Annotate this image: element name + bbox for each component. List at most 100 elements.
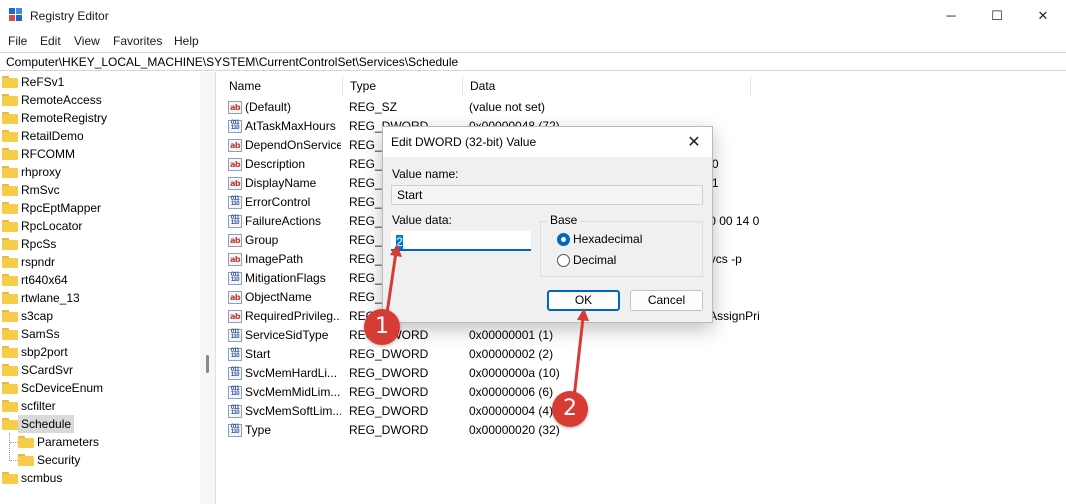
binary-value-icon: 011 110 bbox=[228, 215, 242, 228]
string-value-icon: ab bbox=[228, 177, 242, 190]
string-value-icon: ab bbox=[228, 158, 242, 171]
column-header-data[interactable]: Data bbox=[463, 76, 751, 96]
tree-item-label[interactable]: sbp2port bbox=[18, 343, 71, 361]
tree-item[interactable]: rhproxy bbox=[0, 163, 198, 181]
tree-item[interactable]: Parameters bbox=[0, 433, 198, 451]
tree-item-label[interactable]: scmbus bbox=[18, 469, 65, 487]
tree-item-label[interactable]: RpcLocator bbox=[18, 217, 85, 235]
tree-item[interactable]: scmbus bbox=[0, 469, 198, 487]
tree-item[interactable]: Schedule bbox=[0, 415, 198, 433]
value-row[interactable]: ab (Default) REG_SZ (value not set) bbox=[222, 98, 982, 117]
tree-item[interactable]: RFCOMM bbox=[0, 145, 198, 163]
tree-item-label[interactable]: RemoteAccess bbox=[18, 91, 105, 109]
tree-item[interactable]: RetailDemo bbox=[0, 127, 198, 145]
decimal-radio[interactable] bbox=[557, 254, 570, 267]
value-name: Start bbox=[245, 347, 271, 361]
ok-button[interactable]: OK bbox=[547, 290, 620, 311]
tree-item-label[interactable]: RpcSs bbox=[18, 235, 59, 253]
tree-item[interactable]: ReFSv1 bbox=[0, 73, 198, 91]
tree-item-label[interactable]: rtwlane_13 bbox=[18, 289, 83, 307]
tree-item[interactable]: RpcSs bbox=[0, 235, 198, 253]
folder-icon bbox=[2, 256, 18, 268]
value-name: SvcMemMidLim... bbox=[245, 385, 341, 399]
menu-view[interactable]: View bbox=[74, 34, 100, 48]
value-row[interactable]: 011 110 Start REG_DWORD 0x00000002 (2) bbox=[222, 345, 982, 364]
tree-item[interactable]: RpcLocator bbox=[0, 217, 198, 235]
tree-scrollbar-thumb[interactable] bbox=[206, 355, 209, 373]
menu-file[interactable]: File bbox=[8, 34, 27, 48]
value-name: Description bbox=[245, 157, 306, 171]
tree-item[interactable]: sbp2port bbox=[0, 343, 198, 361]
tree-item[interactable]: rspndr bbox=[0, 253, 198, 271]
tree-item[interactable]: SCardSvr bbox=[0, 361, 198, 379]
tree-item-label[interactable]: RpcEptMapper bbox=[18, 199, 104, 217]
folder-icon bbox=[18, 436, 34, 448]
folder-icon bbox=[2, 364, 18, 376]
binary-value-icon: 011 110 bbox=[228, 386, 242, 399]
edit-dword-dialog: Edit DWORD (32-bit) Value ✕ Value name: … bbox=[382, 126, 713, 323]
tree-item-label[interactable]: Parameters bbox=[34, 433, 102, 451]
menu-favorites[interactable]: Favorites bbox=[113, 34, 162, 48]
value-data: 0x0000000a (10) bbox=[469, 366, 560, 380]
tree-item-label[interactable]: SCardSvr bbox=[18, 361, 76, 379]
tree-item-label[interactable]: Schedule bbox=[18, 415, 75, 433]
value-type: REG_DWORD bbox=[349, 347, 429, 361]
tree-item-label[interactable]: s3cap bbox=[18, 307, 56, 325]
tree-item-label[interactable]: RemoteRegistry bbox=[18, 109, 110, 127]
tree-item[interactable]: rt640x64 bbox=[0, 271, 198, 289]
tree-item-label[interactable]: Security bbox=[34, 451, 83, 469]
value-row[interactable]: 011 110 SvcMemMidLim... REG_DWORD 0x00000006… bbox=[222, 383, 982, 402]
tree-item[interactable]: ScDeviceEnum bbox=[0, 379, 198, 397]
value-row[interactable]: 011 110 SvcMemSoftLim... REG_DWORD 0x0000000… bbox=[222, 402, 982, 421]
value-data-input[interactable] bbox=[391, 231, 531, 251]
string-value-icon: ab bbox=[228, 310, 242, 323]
step-marker-1: 1 bbox=[364, 309, 400, 345]
key-tree[interactable]: ReFSv1 RemoteAccess RemoteRegistry RetailDe… bbox=[0, 72, 216, 504]
tree-item[interactable]: RemoteRegistry bbox=[0, 109, 198, 127]
tree-item[interactable]: Security bbox=[0, 451, 198, 469]
tree-item-label[interactable]: ScDeviceEnum bbox=[18, 379, 106, 397]
menu-help[interactable]: Help bbox=[174, 34, 199, 48]
tree-item-label[interactable]: rhproxy bbox=[18, 163, 64, 181]
decimal-label[interactable]: Decimal bbox=[573, 253, 616, 267]
menu-edit[interactable]: Edit bbox=[40, 34, 61, 48]
value-type: REG_SZ bbox=[349, 100, 398, 114]
dialog-close-button[interactable]: ✕ bbox=[681, 130, 707, 154]
maximize-button[interactable]: ☐ bbox=[974, 0, 1020, 31]
tree-item[interactable]: RmSvc bbox=[0, 181, 198, 199]
value-row[interactable]: 011110ServiceSidTypeREG_DWORD0x00000001 … bbox=[222, 326, 982, 345]
column-header-name[interactable]: Name bbox=[222, 76, 343, 96]
value-row[interactable]: 011 110 Type REG_DWORD 0x00000020 (32) bbox=[222, 421, 982, 440]
tree-item-label[interactable]: rt640x64 bbox=[18, 271, 71, 289]
tree-item-label[interactable]: scfilter bbox=[18, 397, 59, 415]
hexadecimal-label[interactable]: Hexadecimal bbox=[573, 232, 642, 246]
tree-item-label[interactable]: RmSvc bbox=[18, 181, 63, 199]
tree-item[interactable]: s3cap bbox=[0, 307, 198, 325]
tree-item[interactable]: rtwlane_13 bbox=[0, 289, 198, 307]
column-header-type[interactable]: Type bbox=[343, 76, 463, 96]
value-data-label: Value data: bbox=[392, 213, 452, 227]
folder-icon bbox=[2, 76, 18, 88]
menu-bar: File Edit View Favorites Help bbox=[0, 31, 1066, 51]
address-bar[interactable]: Computer\HKEY_LOCAL_MACHINE\SYSTEM\Curre… bbox=[0, 52, 1066, 71]
value-name: (Default) bbox=[245, 100, 292, 114]
tree-item[interactable]: scfilter bbox=[0, 397, 198, 415]
tree-item[interactable]: RpcEptMapper bbox=[0, 199, 198, 217]
tree-item-label[interactable]: SamSs bbox=[18, 325, 63, 343]
tree-item-label[interactable]: RFCOMM bbox=[18, 145, 78, 163]
tree-item[interactable]: RemoteAccess bbox=[0, 91, 198, 109]
value-row[interactable]: 011 110 SvcMemHardLi... REG_DWORD 0x0000000a… bbox=[222, 364, 982, 383]
hexadecimal-radio[interactable] bbox=[557, 233, 570, 246]
string-value-icon: ab bbox=[228, 253, 242, 266]
tree-item[interactable]: SamSs bbox=[0, 325, 198, 343]
tree-scrollbar[interactable] bbox=[200, 72, 215, 504]
tree-item-label[interactable]: rspndr bbox=[18, 253, 58, 271]
cancel-button[interactable]: Cancel bbox=[630, 290, 703, 311]
value-type: REG_DWORD bbox=[349, 385, 429, 399]
tree-item-label[interactable]: ReFSv1 bbox=[18, 73, 67, 91]
close-button[interactable]: ✕ bbox=[1020, 0, 1066, 31]
address-path[interactable]: Computer\HKEY_LOCAL_MACHINE\SYSTEM\Curre… bbox=[6, 55, 458, 69]
base-label: Base bbox=[547, 213, 581, 227]
tree-item-label[interactable]: RetailDemo bbox=[18, 127, 87, 145]
minimize-button[interactable]: ─ bbox=[928, 0, 974, 31]
